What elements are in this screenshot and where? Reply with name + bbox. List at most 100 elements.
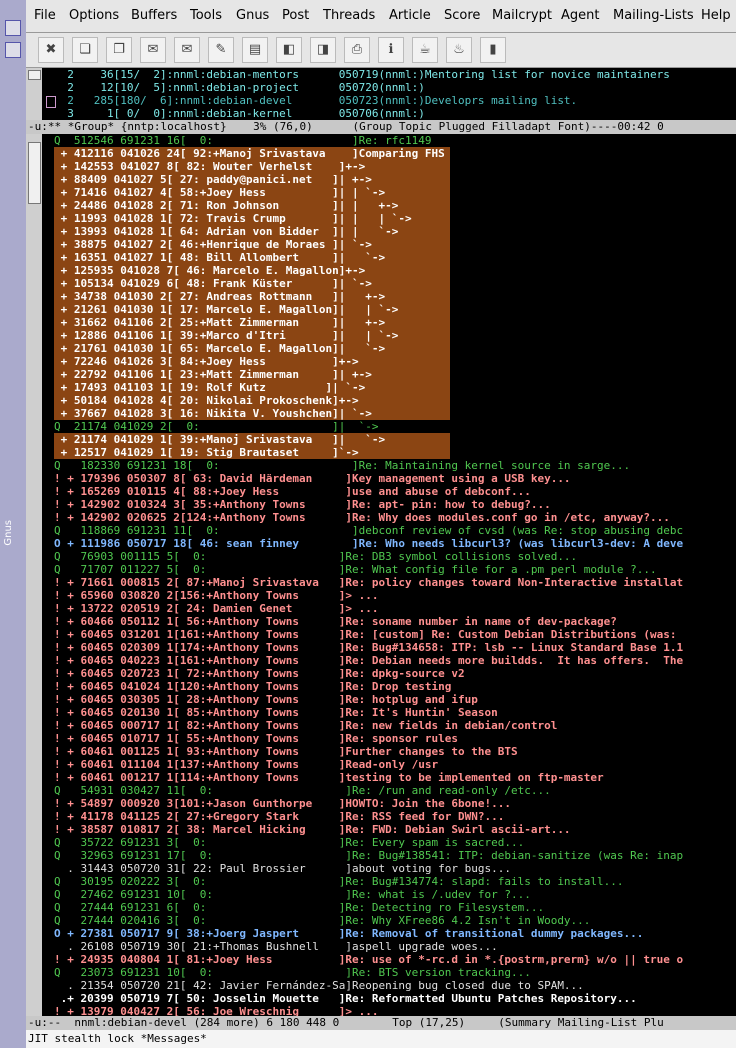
summary-line[interactable]: Q 23073 691231 10[ 0: ]Re: BTS version t…	[54, 966, 531, 979]
mail-compose-icon[interactable]: ✉	[140, 37, 166, 63]
group-line[interactable]: 3 1[ 0/ 0]:nnml:debian-kernel 050706(nnm…	[54, 107, 425, 120]
menu-options[interactable]: Options	[69, 8, 119, 23]
summary-line[interactable]: Q 118869 691231 11[ 0: ]debconf review o…	[54, 524, 683, 537]
group-scrollbar-thumb[interactable]	[28, 70, 41, 80]
menu-buffers[interactable]: Buffers	[131, 8, 177, 23]
save-article-icon[interactable]: ▤	[242, 37, 268, 63]
summary-scrollbar-thumb[interactable]	[28, 142, 41, 204]
summary-line[interactable]: Q 182330 691231 18[ 0: ]Re: Maintaining …	[54, 459, 630, 472]
summary-line[interactable]: + 22792 041106 1[ 23:+Matt Zimmerman ]| …	[54, 368, 450, 381]
followup-icon[interactable]: ✎	[208, 37, 234, 63]
summary-line[interactable]: . 31443 050720 31[ 22: Paul Brossier ]ab…	[54, 862, 511, 875]
group-line[interactable]: 2 12[10/ 5]:nnml:debian-project 050720(n…	[54, 81, 425, 94]
summary-line[interactable]: + 105134 041029 6[ 48: Frank Küster ]| `…	[54, 277, 450, 290]
summary-line[interactable]: Q 35722 691231 3[ 0: ]Re: Every spam is …	[54, 836, 524, 849]
summary-line[interactable]: + 142553 041027 8[ 82: Wouter Verhelst ]…	[54, 160, 450, 173]
summary-line[interactable]: ! + 38587 010817 2[ 38: Marcel Hicking ]…	[54, 823, 571, 836]
summary-line[interactable]: ! + 13722 020519 2[ 24: Damien Genet ]> …	[54, 602, 379, 615]
summary-line[interactable]: + 412116 041026 24[ 92:+Manoj Srivastava…	[54, 147, 450, 160]
summary-line[interactable]: + 21261 041030 1[ 17: Marcelo E. Magallo…	[54, 303, 450, 316]
group-scrollbar[interactable]	[26, 68, 43, 120]
summary-line[interactable]: ! + 142902 020625 2[124:+Anthony Towns ]…	[54, 511, 670, 524]
summary-line[interactable]: ! + 165269 010115 4[ 88:+Joey Hess ]use …	[54, 485, 531, 498]
summary-line[interactable]: + 12517 041029 1[ 19: Stig Brautaset ]`-…	[54, 446, 450, 459]
summary-line[interactable]: Q 27462 691231 10[ 0: ]Re: what is /.ude…	[54, 888, 531, 901]
summary-line[interactable]: Q 512546 691231 16[ 0: ]Re: rfc1149	[54, 134, 432, 147]
summary-line[interactable]: + 125935 041028 7[ 46: Marcelo E. Magall…	[54, 264, 450, 277]
group-buffer-window[interactable]: 2 36[15/ 2]:nnml:debian-mentors 050719(n…	[26, 68, 736, 120]
summary-line[interactable]: ! + 60465 000717 1[ 82:+Anthony Towns ]R…	[54, 719, 557, 732]
mail-reply-icon[interactable]: ✉	[174, 37, 200, 63]
summary-line[interactable]: ! + 60461 011104 1[137:+Anthony Towns ]R…	[54, 758, 438, 771]
exit-icon[interactable]: ✖	[38, 37, 64, 63]
summary-line[interactable]: ! + 60465 010717 1[ 55:+Anthony Towns ]R…	[54, 732, 458, 745]
summary-line[interactable]: Q 21174 041029 2[ 0: ]| `->	[54, 420, 379, 433]
summary-scrollbar[interactable]	[26, 134, 43, 1016]
menu-threads[interactable]: Threads	[323, 8, 375, 23]
summary-line[interactable]: . 26108 050719 30[ 21:+Thomas Bushnell ]…	[54, 940, 497, 953]
spam-icon[interactable]: ♨	[446, 37, 472, 63]
catchup-icon[interactable]: ❏	[72, 37, 98, 63]
summary-line[interactable]: + 24486 041028 2[ 71: Ron Johnson ]| | +…	[54, 199, 450, 212]
summary-line[interactable]: + 17493 041103 1[ 19: Rolf Kutz ]| `->	[54, 381, 450, 394]
print-icon[interactable]: ⎙	[344, 37, 370, 63]
summary-line[interactable]: ! + 24935 040804 1[ 81:+Joey Hess ]Re: u…	[54, 953, 683, 966]
menu-article[interactable]: Article	[389, 8, 431, 23]
group-line[interactable]: 2 285[180/ 6]:nnml:debian-devel 050723(n…	[54, 94, 577, 107]
summary-line[interactable]: Q 76903 001115 5[ 0: ]Re: DB3 symbol col…	[54, 550, 577, 563]
summary-line[interactable]: Q 32963 691231 17[ 0: ]Re: Bug#138541: I…	[54, 849, 683, 862]
frame-close-icon[interactable]	[5, 20, 21, 36]
summary-line[interactable]: .+ 20399 050719 7[ 50: Josselin Mouette …	[54, 992, 637, 1005]
summary-line[interactable]: + 16351 041027 1[ 48: Bill Allombert ]| …	[54, 251, 450, 264]
group-line[interactable]: 2 36[15/ 2]:nnml:debian-mentors 050719(n…	[54, 68, 670, 81]
summary-line[interactable]: Q 30195 020222 3[ 0: ]Re: Bug#134774: sl…	[54, 875, 624, 888]
summary-line[interactable]: + 11993 041028 1[ 72: Travis Crump ]| | …	[54, 212, 450, 225]
summary-line[interactable]: + 88409 041027 5[ 27: paddy@panici.net ]…	[54, 173, 450, 186]
summary-line[interactable]: ! + 60465 020723 1[ 72:+Anthony Towns ]R…	[54, 667, 465, 680]
menu-score[interactable]: Score	[444, 8, 480, 23]
menu-post[interactable]: Post	[282, 8, 309, 23]
summary-line[interactable]: ! + 60465 030305 1[ 28:+Anthony Towns ]R…	[54, 693, 478, 706]
summary-line[interactable]: Q 54931 030427 11[ 0: ]Re: /run and read…	[54, 784, 551, 797]
summary-line[interactable]: ! + 142902 010324 3[ 35:+Anthony Towns ]…	[54, 498, 551, 511]
menu-agent[interactable]: Agent	[561, 8, 599, 23]
summary-line[interactable]: + 12886 041106 1[ 39:+Marco d'Itri ]| | …	[54, 329, 450, 342]
summary-line[interactable]: ! + 60465 031201 1[161:+Anthony Towns ]R…	[54, 628, 683, 641]
summary-line[interactable]: ! + 65960 030820 2[156:+Anthony Towns ]>…	[54, 589, 379, 602]
frame-menu-icon[interactable]	[5, 42, 21, 58]
summary-line[interactable]: . 21354 050720 21[ 42: Javier Fernández-…	[54, 979, 584, 992]
menu-gnus[interactable]: Gnus	[236, 8, 269, 23]
summary-line[interactable]: + 21174 041029 1[ 39:+Manoj Srivastava ]…	[54, 433, 450, 446]
summary-line[interactable]: + 50184 041028 4[ 20: Nikolai Prokoschen…	[54, 394, 450, 407]
kill-icon[interactable]: ▮	[480, 37, 506, 63]
summary-line[interactable]: ! + 60461 001125 1[ 93:+Anthony Towns ]F…	[54, 745, 518, 758]
menu-tools[interactable]: Tools	[190, 8, 222, 23]
summary-line[interactable]: ! + 60465 020309 1[174:+Anthony Towns ]R…	[54, 641, 683, 654]
menu-help[interactable]: Help	[701, 8, 731, 23]
summary-line[interactable]: Q 27444 691231 6[ 0: ]Re: Detecting ro F…	[54, 901, 544, 914]
prev-article-icon[interactable]: ◧	[276, 37, 302, 63]
summary-line[interactable]: ! + 60466 050112 1[ 56:+Anthony Towns ]R…	[54, 615, 617, 628]
info-icon[interactable]: ℹ	[378, 37, 404, 63]
summary-line[interactable]: ! + 179396 050307 8[ 63: David Härdeman …	[54, 472, 571, 485]
summary-line[interactable]: ! + 71661 000815 2[ 87:+Manoj Srivastava…	[54, 576, 683, 589]
summary-line[interactable]: + 21761 041030 1[ 65: Marcelo E. Magallo…	[54, 342, 450, 355]
summary-line[interactable]: ! + 60465 020130 1[ 85:+Anthony Towns ]R…	[54, 706, 498, 719]
summary-line[interactable]: + 13993 041028 1[ 64: Adrian von Bidder …	[54, 225, 450, 238]
mail-icon[interactable]: ☕	[412, 37, 438, 63]
summary-line[interactable]: + 38875 041027 2[ 46:+Henrique de Moraes…	[54, 238, 450, 251]
summary-line[interactable]: + 71416 041027 4[ 58:+Joey Hess ]| | `->	[54, 186, 450, 199]
summary-line[interactable]: ! + 41178 041125 2[ 27:+Gregory Stark ]R…	[54, 810, 504, 823]
summary-line[interactable]: ! + 60461 001217 1[114:+Anthony Towns ]t…	[54, 771, 604, 784]
summary-line[interactable]: + 31662 041106 2[ 25:+Matt Zimmerman ]| …	[54, 316, 450, 329]
summary-line[interactable]: + 72246 041026 3[ 84:+Joey Hess ]+->	[54, 355, 450, 368]
summary-line[interactable]: + 34738 041030 2[ 27: Andreas Rottmann ]…	[54, 290, 450, 303]
uncatchup-icon[interactable]: ❐	[106, 37, 132, 63]
menu-mailcrypt[interactable]: Mailcrypt	[492, 8, 552, 23]
summary-line[interactable]: O + 111986 050717 18[ 46: sean finney ]R…	[54, 537, 683, 550]
summary-line[interactable]: ! + 60465 041024 1[120:+Anthony Towns ]R…	[54, 680, 451, 693]
summary-line[interactable]: ! + 54897 000920 3[101:+Jason Gunthorpe …	[54, 797, 511, 810]
summary-line[interactable]: Q 27444 020416 3[ 0: ]Re: Why XFree86 4.…	[54, 914, 590, 927]
minibuffer[interactable]: JIT stealth lock *Messages*	[26, 1030, 736, 1048]
summary-buffer-window[interactable]: Q 512546 691231 16[ 0: ]Re: rfc1149 + 41…	[26, 134, 736, 1018]
